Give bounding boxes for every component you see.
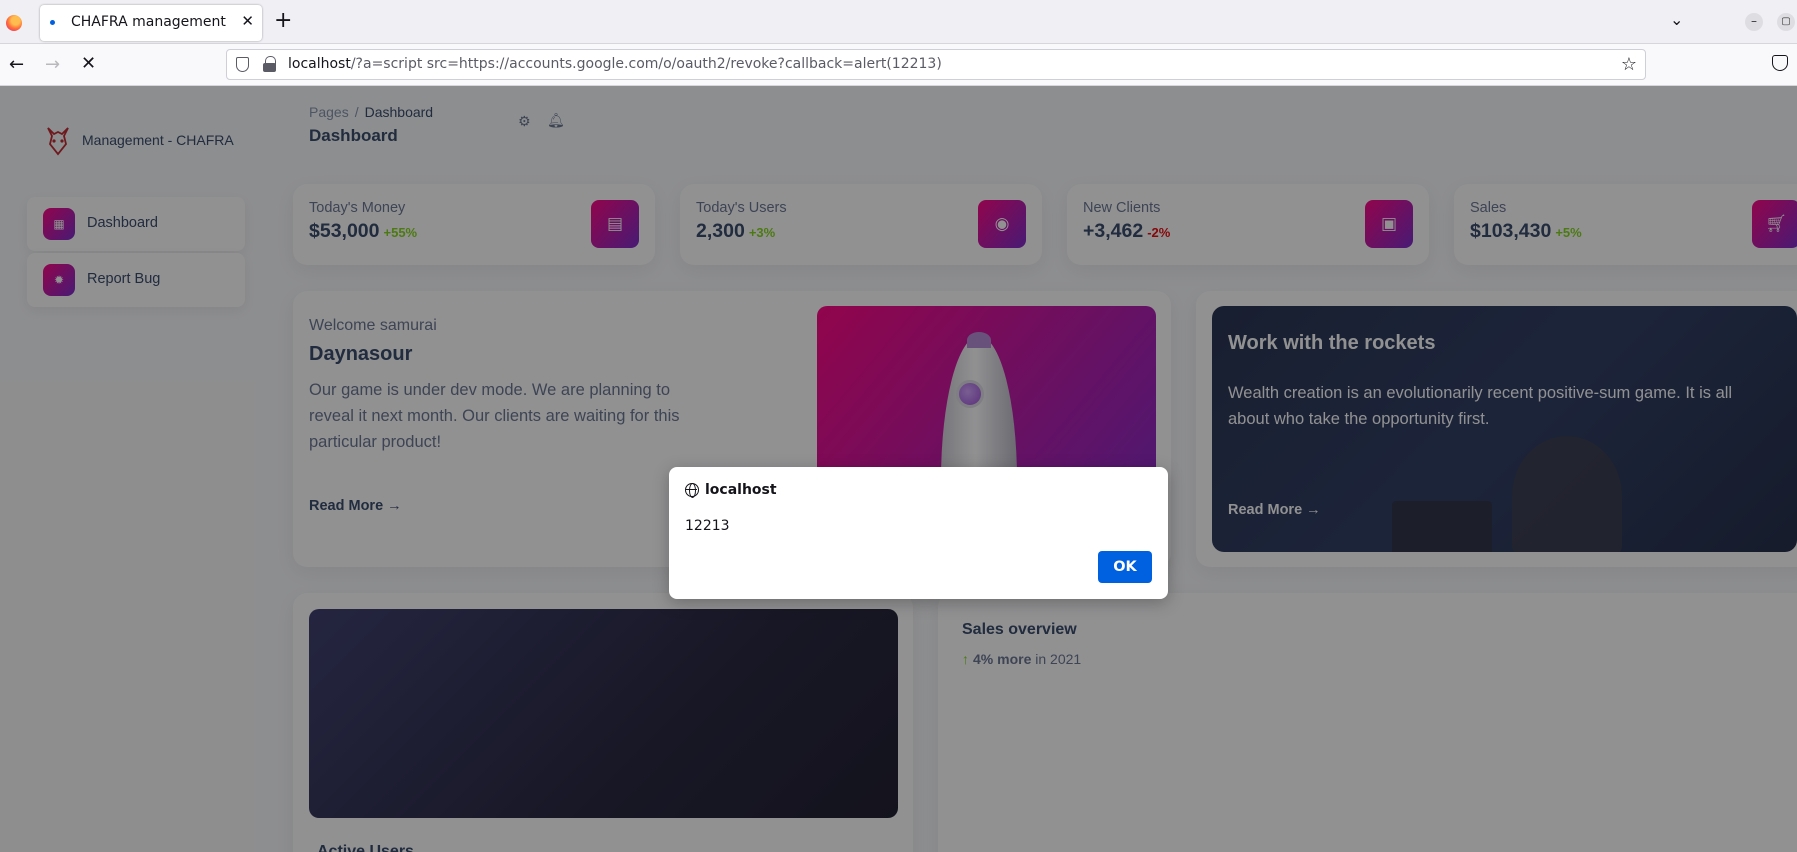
firefox-logo-icon[interactable] <box>6 15 22 31</box>
stop-loading-icon[interactable]: ✕ <box>81 53 96 74</box>
pocket-icon[interactable] <box>1772 55 1788 71</box>
list-all-tabs-icon[interactable]: ⌄ <box>1670 10 1683 29</box>
window-minimize-icon[interactable]: – <box>1745 13 1763 31</box>
browser-tab[interactable]: CHAFRA management ✕ <box>40 5 262 41</box>
tab-close-icon[interactable]: ✕ <box>241 12 254 30</box>
dialog-origin: localhost <box>705 482 777 498</box>
window-restore-icon[interactable]: ▢ <box>1777 13 1795 31</box>
new-tab-icon[interactable]: + <box>274 8 292 34</box>
url-text[interactable]: localhost/?a=script src=https://accounts… <box>288 56 942 72</box>
dialog-message: 12213 <box>685 518 730 534</box>
url-path: /?a=script src=https://accounts.google.c… <box>350 56 942 72</box>
alert-dialog: localhost 12213 OK <box>669 467 1168 599</box>
bookmark-star-icon[interactable]: ☆ <box>1621 54 1637 75</box>
browser-nav-bar: ← → ✕ localhost/?a=script src=https://ac… <box>0 44 1797 86</box>
tracking-protection-shield-icon[interactable] <box>236 57 249 72</box>
tab-title: CHAFRA management <box>71 14 226 30</box>
browser-tab-bar: CHAFRA management ✕ + ⌄ – ▢ <box>0 0 1797 44</box>
ok-button[interactable]: OK <box>1098 551 1152 583</box>
globe-icon <box>685 483 699 498</box>
forward-arrow-icon[interactable]: → <box>45 54 60 75</box>
url-host: localhost <box>288 56 351 72</box>
address-bar[interactable]: localhost/?a=script src=https://accounts… <box>226 49 1646 80</box>
back-arrow-icon[interactable]: ← <box>9 54 24 75</box>
tab-loading-dot-icon <box>50 20 55 25</box>
site-info-lock-icon[interactable] <box>263 56 276 72</box>
